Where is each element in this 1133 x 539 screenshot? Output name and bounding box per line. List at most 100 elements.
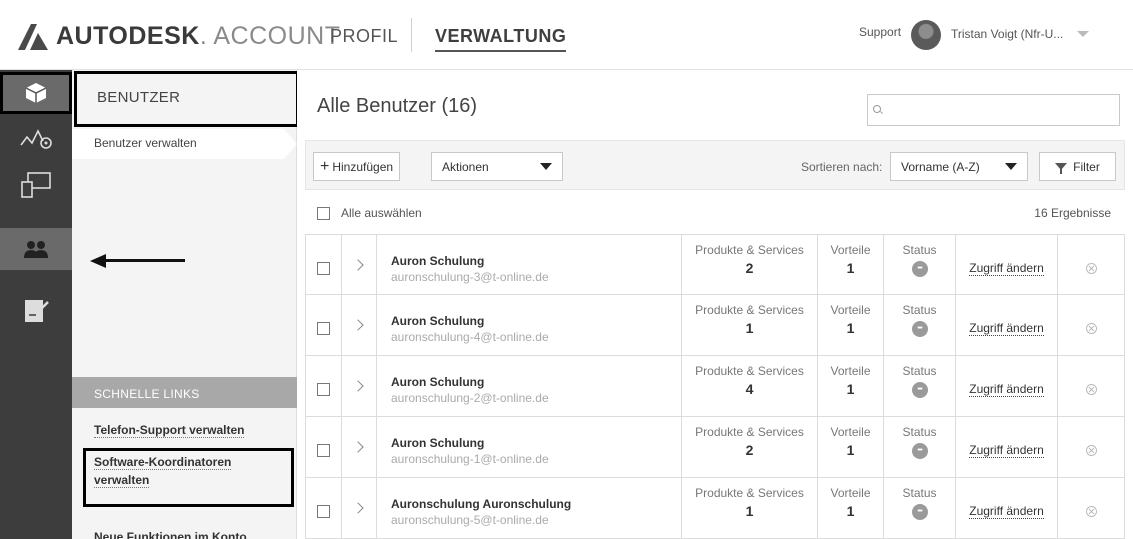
remove-user-icon[interactable] bbox=[1085, 383, 1097, 395]
change-access-link[interactable]: Zugriff ändern bbox=[969, 504, 1044, 519]
products-cell: Produkte & Services 1 bbox=[682, 478, 818, 538]
status-cell: Status bbox=[884, 478, 956, 538]
products-count: 1 bbox=[745, 503, 754, 519]
access-cell: Zugriff ändern bbox=[956, 235, 1058, 295]
change-access-link[interactable]: Zugriff ändern bbox=[969, 261, 1044, 276]
user-name[interactable]: Auronschulung Auronschulung bbox=[391, 497, 681, 511]
change-access-link[interactable]: Zugriff ändern bbox=[969, 382, 1044, 397]
benefits-count: 1 bbox=[846, 442, 855, 458]
status-label: Status bbox=[902, 364, 937, 378]
status-cell: Status bbox=[884, 356, 956, 416]
cube-icon bbox=[25, 83, 47, 103]
expand-toggle[interactable] bbox=[342, 356, 377, 416]
remove-cell bbox=[1058, 356, 1124, 416]
select-all-checkbox[interactable] bbox=[317, 206, 330, 220]
rail-item-products[interactable] bbox=[0, 72, 72, 114]
row-checkbox[interactable] bbox=[317, 443, 330, 457]
user-email: auronschulung-5@t-online.de bbox=[391, 513, 549, 527]
remove-user-icon[interactable] bbox=[1085, 262, 1097, 274]
autodesk-logo[interactable]: AUTODESK. ACCOUNT bbox=[16, 22, 340, 51]
user-email: auronschulung-3@t-online.de bbox=[391, 270, 549, 284]
add-user-button[interactable]: + Hinzufügen bbox=[313, 152, 401, 181]
expand-toggle[interactable] bbox=[342, 417, 377, 477]
rail-item-devices[interactable] bbox=[0, 164, 72, 206]
rail-item-documents[interactable] bbox=[0, 290, 72, 332]
products-label: Produkte & Services bbox=[695, 364, 804, 378]
expand-toggle[interactable] bbox=[342, 478, 377, 538]
remove-user-icon[interactable] bbox=[1085, 505, 1097, 517]
chevron-down-icon bbox=[1077, 31, 1090, 37]
expand-toggle[interactable] bbox=[342, 235, 377, 295]
benefits-cell: Vorteile 1 bbox=[818, 356, 884, 416]
status-cell: Status bbox=[884, 417, 956, 477]
remove-user-icon[interactable] bbox=[1085, 444, 1097, 456]
rail-item-reports[interactable] bbox=[0, 118, 72, 160]
benefits-cell: Vorteile 1 bbox=[818, 417, 884, 477]
sort-dropdown[interactable]: Vorname (A-Z) bbox=[890, 152, 1028, 181]
search-input[interactable] bbox=[888, 99, 1114, 121]
devices-icon bbox=[21, 172, 51, 198]
user-table: Auron Schulung auronschulung-3@t-online.d… bbox=[305, 234, 1125, 539]
actions-dropdown[interactable]: Aktionen bbox=[431, 152, 563, 181]
link-phone-support[interactable]: Telefon-Support verwalten bbox=[94, 421, 245, 439]
filter-icon bbox=[1055, 163, 1068, 174]
products-count: 4 bbox=[745, 381, 754, 397]
quick-links-header: SCHNELLE LINKS bbox=[72, 377, 297, 408]
user-name: Tristan Voigt (Nfr-U... bbox=[951, 27, 1064, 41]
status-pending-icon bbox=[911, 504, 928, 520]
select-all[interactable]: Alle auswählen bbox=[317, 206, 422, 220]
toolbar: + Hinzufügen Aktionen Sortieren nach: Vo… bbox=[305, 140, 1125, 190]
search-box[interactable] bbox=[867, 94, 1120, 126]
access-cell: Zugriff ändern bbox=[956, 356, 1058, 416]
user-name[interactable]: Auron Schulung bbox=[391, 375, 681, 389]
link-new-features[interactable]: Neue Funktionen im Konto bbox=[94, 528, 247, 539]
rail-item-users[interactable] bbox=[0, 228, 72, 270]
row-checkbox[interactable] bbox=[317, 504, 330, 518]
status-pending-icon bbox=[911, 321, 928, 337]
row-checkbox[interactable] bbox=[317, 321, 330, 335]
access-cell: Zugriff ändern bbox=[956, 478, 1058, 538]
status-label: Status bbox=[902, 303, 937, 317]
user-name[interactable]: Auron Schulung bbox=[391, 314, 681, 328]
secondary-sidebar: BENUTZER Benutzer verwalten SCHNELLE LIN… bbox=[72, 70, 299, 539]
logo-brand: AUTODESK bbox=[56, 22, 200, 50]
row-checkbox-cell bbox=[306, 295, 342, 355]
user-menu[interactable]: Tristan Voigt (Nfr-U... bbox=[951, 27, 1090, 41]
remove-cell bbox=[1058, 235, 1124, 295]
users-icon bbox=[24, 241, 48, 258]
user-name[interactable]: Auron Schulung bbox=[391, 436, 681, 450]
user-name[interactable]: Auron Schulung bbox=[391, 254, 681, 268]
sidebar-item-manage-users[interactable]: Benutzer verwalten bbox=[72, 129, 297, 159]
user-cell: Auron Schulung auronschulung-3@t-online.d… bbox=[377, 235, 682, 295]
access-cell: Zugriff ändern bbox=[956, 295, 1058, 355]
sort-label: Sortieren nach: bbox=[801, 160, 883, 174]
chevron-right-icon bbox=[351, 319, 364, 331]
change-access-link[interactable]: Zugriff ändern bbox=[969, 443, 1044, 458]
row-checkbox[interactable] bbox=[317, 261, 330, 275]
plus-icon: + bbox=[320, 157, 330, 175]
benefits-label: Vorteile bbox=[830, 243, 871, 257]
change-access-link[interactable]: Zugriff ändern bbox=[969, 321, 1044, 336]
avatar[interactable] bbox=[911, 20, 941, 50]
user-cell: Auron Schulung auronschulung-1@t-online.d… bbox=[377, 417, 682, 477]
main-content: Alle Benutzer (16) + Hinzufügen Aktionen… bbox=[297, 70, 1133, 539]
products-cell: Produkte & Services 1 bbox=[682, 295, 818, 355]
tab-profil[interactable]: PROFIL bbox=[330, 26, 398, 47]
products-label: Produkte & Services bbox=[695, 303, 804, 317]
annotation-arrow bbox=[90, 254, 185, 268]
tab-verwaltung[interactable]: VERWALTUNG bbox=[435, 26, 567, 52]
remove-cell bbox=[1058, 478, 1124, 538]
chevron-right-icon bbox=[351, 441, 364, 453]
chevron-right-icon bbox=[351, 259, 364, 271]
products-cell: Produkte & Services 2 bbox=[682, 417, 818, 477]
user-cell: Auron Schulung auronschulung-2@t-online.d… bbox=[377, 356, 682, 416]
remove-user-icon[interactable] bbox=[1085, 322, 1097, 334]
user-email: auronschulung-4@t-online.de bbox=[391, 330, 549, 344]
filter-button[interactable]: Filter bbox=[1039, 152, 1116, 181]
expand-toggle[interactable] bbox=[342, 295, 377, 355]
row-checkbox-cell bbox=[306, 235, 342, 295]
row-checkbox[interactable] bbox=[317, 382, 330, 396]
access-cell: Zugriff ändern bbox=[956, 417, 1058, 477]
benefits-cell: Vorteile 1 bbox=[818, 295, 884, 355]
logo-product: . ACCOUNT bbox=[199, 22, 341, 50]
